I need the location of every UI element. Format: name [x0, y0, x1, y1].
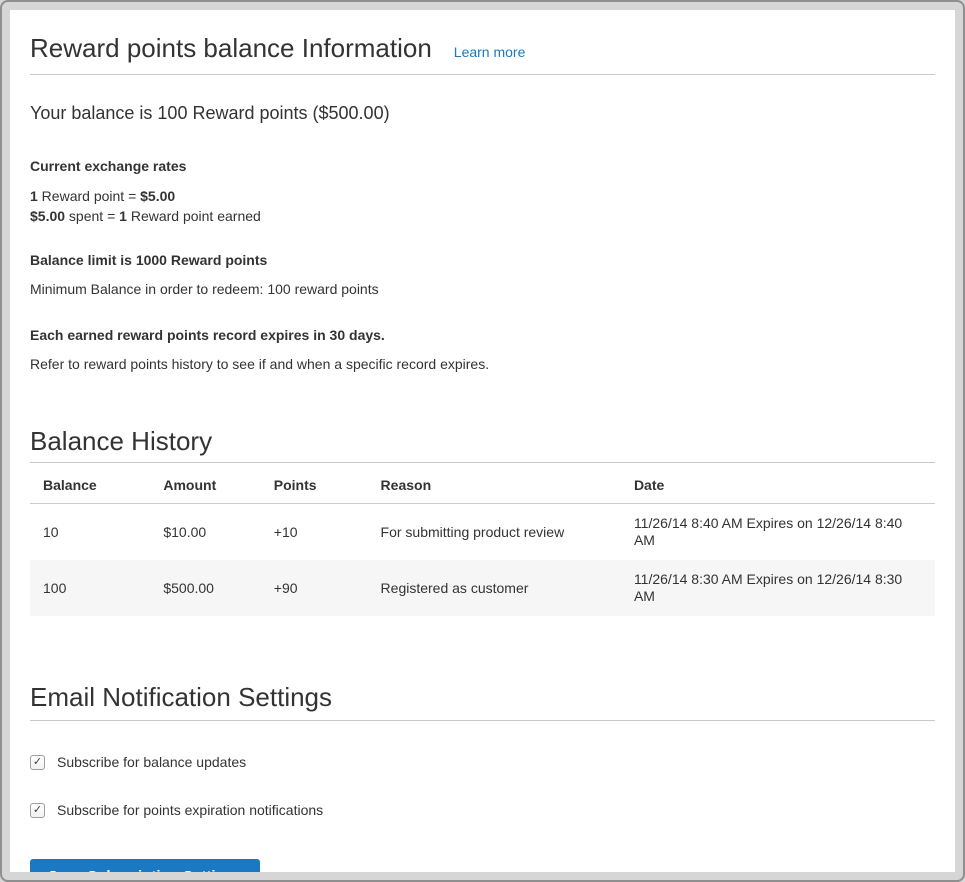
checkmark-icon: ✓ — [33, 757, 42, 768]
table-header-row: Balance Amount Points Reason Date — [30, 463, 935, 504]
cell-reason: For submitting product review — [368, 504, 621, 561]
page-header: Reward points balance Information Learn … — [30, 32, 935, 75]
cell-date: 11/26/14 8:40 AM Expires on 12/26/14 8:4… — [621, 504, 935, 561]
exchange-rates-text: 1 Reward point = $5.00 $5.00 spent = 1 R… — [30, 187, 935, 226]
exchange-rates-heading: Current exchange rates — [30, 158, 935, 174]
balance-limit-text: Balance limit is 1000 Reward points — [30, 252, 935, 268]
column-header-amount: Amount — [150, 463, 260, 504]
cell-amount: $500.00 — [150, 560, 260, 616]
exchange-rate-line-earn: 1 Reward point = $5.00 — [30, 187, 935, 207]
reward-points-panel: Reward points balance Information Learn … — [10, 10, 955, 872]
column-header-points: Points — [261, 463, 368, 504]
checkbox-balance-updates[interactable]: ✓ — [30, 755, 45, 770]
option-label-balance-updates[interactable]: Subscribe for balance updates — [57, 754, 246, 770]
expiration-note-text: Refer to reward points history to see if… — [30, 356, 935, 373]
column-header-reason: Reason — [368, 463, 621, 504]
rate-value: 1 — [30, 188, 38, 204]
expiration-text: Each earned reward points record expires… — [30, 327, 935, 343]
save-subscription-settings-button[interactable]: Save Subscription Settings — [30, 859, 260, 872]
option-label-points-expiration[interactable]: Subscribe for points expiration notifica… — [57, 802, 323, 818]
cell-amount: $10.00 — [150, 504, 260, 561]
cell-points: +90 — [261, 560, 368, 616]
cell-date: 11/26/14 8:30 AM Expires on 12/26/14 8:3… — [621, 560, 935, 616]
checkbox-points-expiration[interactable]: ✓ — [30, 803, 45, 818]
column-header-date: Date — [621, 463, 935, 504]
rate-value: $5.00 — [30, 208, 65, 224]
cell-reason: Registered as customer — [368, 560, 621, 616]
cell-balance: 100 — [30, 560, 150, 616]
rate-text: Reward point = — [38, 188, 140, 204]
exchange-rate-line-spend: $5.00 spent = 1 Reward point earned — [30, 207, 935, 227]
rate-text: spent = — [65, 208, 119, 224]
rate-text: Reward point earned — [127, 208, 261, 224]
table-row: 100 $500.00 +90 Registered as customer 1… — [30, 560, 935, 616]
cell-points: +10 — [261, 504, 368, 561]
option-points-expiration: ✓ Subscribe for points expiration notifi… — [30, 802, 935, 818]
rate-value: $5.00 — [140, 188, 175, 204]
balance-summary: Your balance is 100 Reward points ($500.… — [30, 102, 935, 124]
email-notification-heading: Email Notification Settings — [30, 681, 935, 721]
balance-history-table: Balance Amount Points Reason Date 10 $10… — [30, 463, 935, 616]
learn-more-link[interactable]: Learn more — [454, 44, 526, 60]
balance-history-heading: Balance History — [30, 425, 935, 463]
rate-value: 1 — [119, 208, 127, 224]
checkmark-icon: ✓ — [33, 805, 42, 816]
minimum-balance-text: Minimum Balance in order to redeem: 100 … — [30, 281, 935, 298]
column-header-balance: Balance — [30, 463, 150, 504]
table-row: 10 $10.00 +10 For submitting product rev… — [30, 504, 935, 561]
page-title: Reward points balance Information — [30, 32, 432, 65]
cell-balance: 10 — [30, 504, 150, 561]
option-balance-updates: ✓ Subscribe for balance updates — [30, 754, 935, 770]
